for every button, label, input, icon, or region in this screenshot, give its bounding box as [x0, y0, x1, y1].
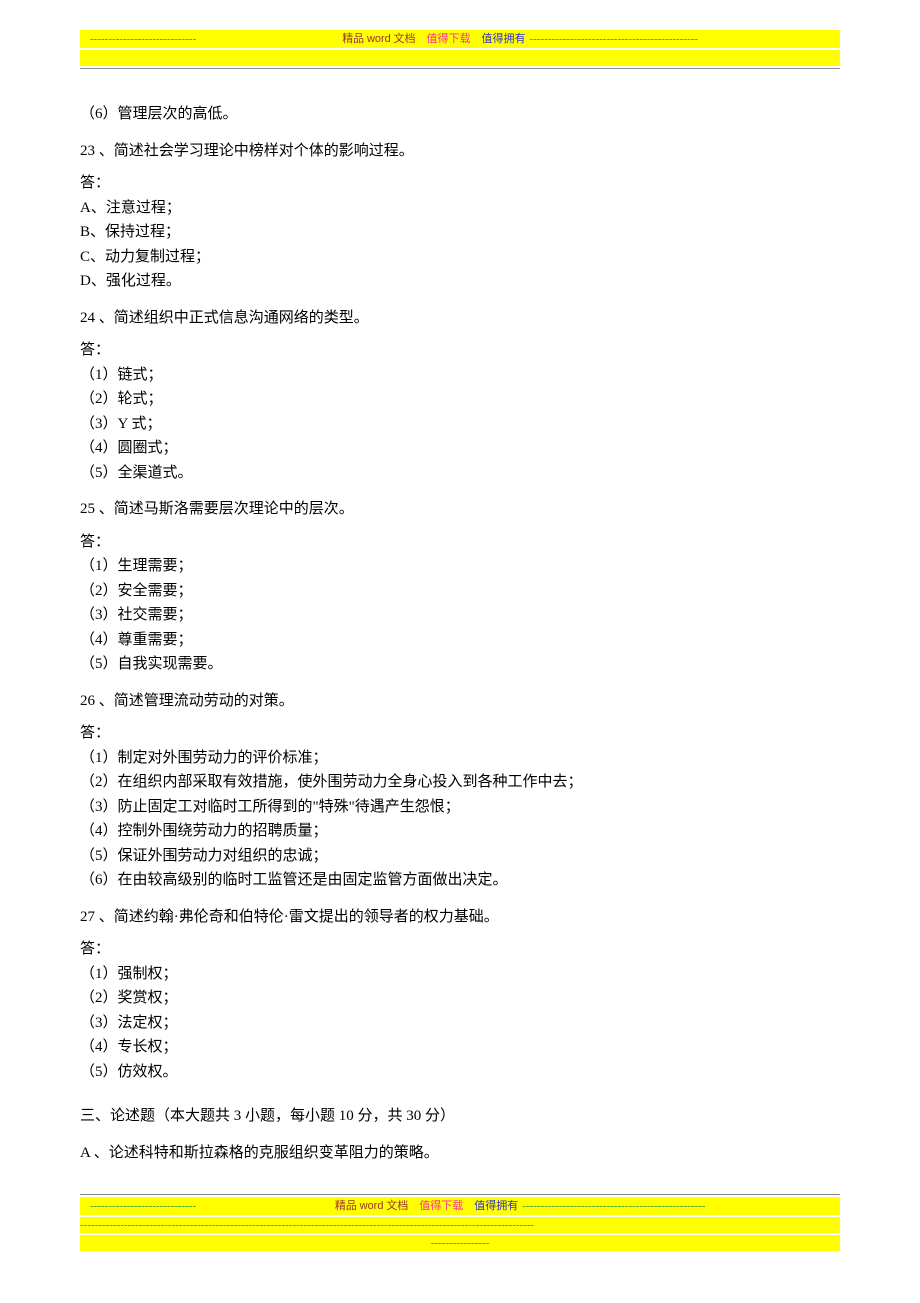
header-text-pink: 值得下载: [427, 33, 471, 45]
question-25-title: 25 、简述马斯洛需要层次理论中的层次。: [80, 498, 840, 521]
header-text-brown-pre: 精品: [342, 33, 367, 45]
q27-item-4: （4）专长权；: [80, 1036, 840, 1059]
footer-text-brown-post: 文档: [383, 1200, 408, 1212]
question-24-answer-label: 答：: [80, 339, 840, 362]
question-a-title: A 、论述科特和斯拉森格的克服组织变革阻力的策略。: [80, 1142, 840, 1165]
q25-item-2: （2）安全需要；: [80, 580, 840, 603]
footer-text-pink: 值得下载: [419, 1200, 463, 1212]
q24-item-1: （1）链式；: [80, 364, 840, 387]
footer-dashes-right: ----------------------------------------…: [522, 1198, 840, 1215]
q23-item-d: D、强化过程。: [80, 270, 840, 293]
footer-row3-dashes: ----------------: [431, 1237, 490, 1249]
q23-item-c: C、动力复制过程；: [80, 246, 840, 269]
document-body: （6）管理层次的高低。 23 、简述社会学习理论中榜样对个体的影响过程。 答： …: [80, 103, 840, 1164]
footer-center-text: 精品 word 文档 值得下载 值得拥有: [335, 1198, 518, 1215]
q26-item-3: （3）防止固定工对临时工所得到的"特殊"待遇产生怨恨；: [80, 796, 840, 819]
question-26-answer-label: 答：: [80, 722, 840, 745]
q26-item-4: （4）控制外围绕劳动力的招聘质量；: [80, 820, 840, 843]
q27-item-2: （2）奖赏权；: [80, 987, 840, 1010]
footer-row2-dashes: ----------------------------------------…: [80, 1217, 534, 1233]
q25-item-5: （5）自我实现需要。: [80, 653, 840, 676]
q23-item-a: A、注意过程；: [80, 197, 840, 220]
header-text-blue: 值得拥有: [482, 33, 526, 45]
header-highlight-band: ----------------------------- 精品 word 文档…: [80, 30, 840, 48]
footer-highlight-row2: ----------------------------------------…: [80, 1217, 840, 1233]
q24-item-2: （2）轮式；: [80, 388, 840, 411]
footer-highlight-row3: ----------------: [80, 1235, 840, 1251]
q25-item-1: （1）生理需要；: [80, 555, 840, 578]
question-23-answer-label: 答：: [80, 172, 840, 195]
question-23-title: 23 、简述社会学习理论中榜样对个体的影响过程。: [80, 140, 840, 163]
q26-item-1: （1）制定对外围劳动力的评价标准；: [80, 747, 840, 770]
page: ----------------------------- 精品 word 文档…: [0, 0, 920, 1281]
q25-item-3: （3）社交需要；: [80, 604, 840, 627]
header-dashes-left: -----------------------------: [80, 31, 196, 48]
question-24-title: 24 、简述组织中正式信息沟通网络的类型。: [80, 307, 840, 330]
question-27-title: 27 、简述约翰·弗伦奇和伯特伦·雷文提出的领导者的权力基础。: [80, 906, 840, 929]
header-dashes-right: ----------------------------------------…: [530, 31, 840, 48]
footer-separator: [80, 1194, 840, 1195]
q26-item-2: （2）在组织内部采取有效措施，使外围劳动力全身心投入到各种工作中去；: [80, 771, 840, 794]
q26-item-6: （6）在由较高级别的临时工监管还是由固定监管方面做出决定。: [80, 869, 840, 892]
question-26-title: 26 、简述管理流动劳动的对策。: [80, 690, 840, 713]
header-separator: [80, 68, 840, 69]
footer-text-word: word: [360, 1200, 384, 1212]
question-25-answer-label: 答：: [80, 531, 840, 554]
q24-item-5: （5）全渠道式。: [80, 462, 840, 485]
q26-item-5: （5）保证外围劳动力对组织的忠诚；: [80, 845, 840, 868]
header-highlight-empty: [80, 50, 840, 66]
q24-item-3: （3）Y 式；: [80, 413, 840, 436]
header-text-word: word: [367, 33, 391, 45]
q27-item-1: （1）强制权；: [80, 963, 840, 986]
question-27-answer-label: 答：: [80, 938, 840, 961]
footer-text-blue: 值得拥有: [474, 1200, 518, 1212]
footer-text-brown-pre: 精品: [335, 1200, 360, 1212]
header-text-brown-post: 文档: [391, 33, 416, 45]
q25-item-4: （4）尊重需要；: [80, 629, 840, 652]
header-center-text: 精品 word 文档 值得下载 值得拥有: [342, 31, 525, 48]
q23-item-b: B、保持过程；: [80, 221, 840, 244]
q24-item-4: （4）圆圈式；: [80, 437, 840, 460]
q27-item-5: （5）仿效权。: [80, 1061, 840, 1084]
line-6: （6）管理层次的高低。: [80, 103, 840, 126]
q27-item-3: （3）法定权；: [80, 1012, 840, 1035]
footer-dashes-left: -----------------------------: [80, 1198, 196, 1215]
section-3-heading: 三、论述题（本大题共 3 小题，每小题 10 分，共 30 分）: [80, 1105, 840, 1128]
footer-highlight-band: ----------------------------- 精品 word 文档…: [80, 1197, 840, 1215]
